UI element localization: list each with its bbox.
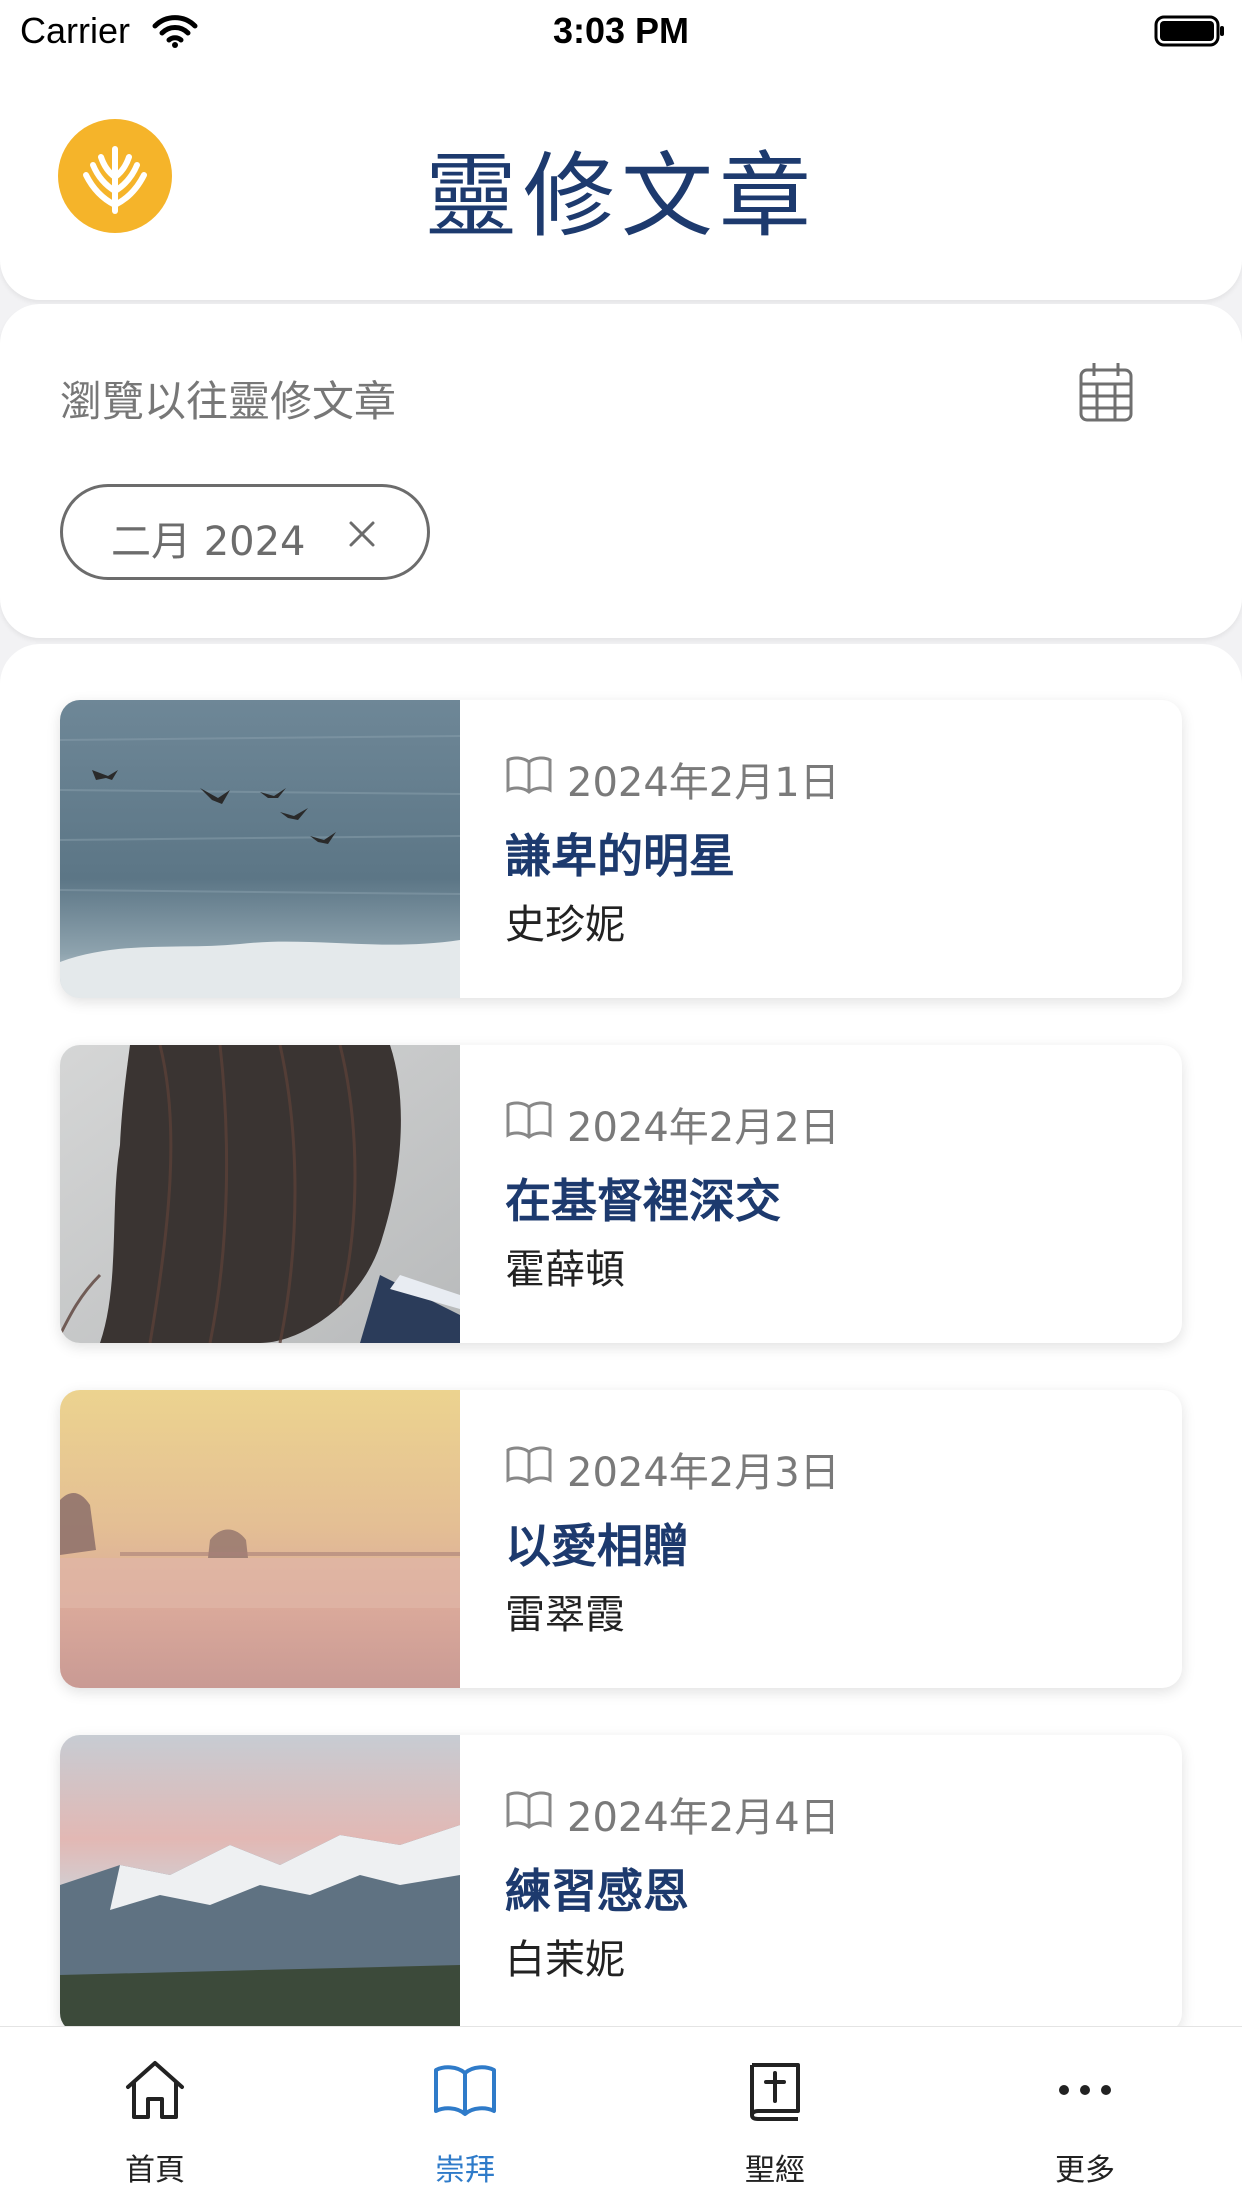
- article-card[interactable]: 2024年2月4日 練習感恩 白茉妮: [60, 1735, 1182, 2033]
- status-time: 3:03 PM: [552, 10, 690, 51]
- month-filter-label: 二月 2024: [111, 519, 306, 565]
- article-card[interactable]: 2024年2月2日 在基督裡深交 霍薛頓: [60, 1045, 1182, 1343]
- home-icon: [122, 2057, 188, 2123]
- tab-more[interactable]: 更多: [930, 2027, 1240, 2208]
- filter-card: 瀏覽以往靈修文章 二月 2024: [0, 304, 1242, 638]
- article-title: 以愛相贈: [505, 1519, 689, 1573]
- misty-field-image: [60, 1390, 460, 1688]
- tab-home-label: 首頁: [125, 2153, 185, 2188]
- article-card[interactable]: 2024年2月1日 謙卑的明星 史珍妮: [60, 700, 1182, 998]
- article-author: 史珍妮: [505, 902, 625, 948]
- article-card[interactable]: 2024年2月3日 以愛相贈 雷翠霞: [60, 1390, 1182, 1688]
- status-bar: Carrier 3:03 PM: [0, 0, 1242, 62]
- open-book-icon: [505, 1444, 553, 1484]
- article-author: 霍薛頓: [505, 1247, 625, 1293]
- open-book-icon: [505, 754, 553, 794]
- article-list: 2024年2月1日 謙卑的明星 史珍妮 2024年2月2日 在基督裡深交 霍薛頓…: [0, 644, 1242, 2208]
- article-title: 在基督裡深交: [505, 1174, 781, 1228]
- tab-bible[interactable]: 聖經: [620, 2027, 930, 2208]
- tab-home[interactable]: 首頁: [0, 2027, 310, 2208]
- article-author: 白茉妮: [505, 1937, 625, 1983]
- open-book-icon: [505, 1099, 553, 1139]
- article-date: 2024年2月3日: [567, 1450, 840, 1496]
- close-icon[interactable]: [347, 519, 377, 549]
- tab-worship-label: 崇拜: [435, 2153, 495, 2188]
- bible-icon: [742, 2057, 808, 2123]
- page-title: 靈修文章: [424, 143, 817, 250]
- snowy-mountains-image: [60, 1735, 460, 2033]
- ocean-birds-image: [60, 700, 460, 998]
- article-title: 練習感恩: [505, 1864, 689, 1918]
- tab-bar: 首頁 崇拜 聖經 更多: [0, 2026, 1242, 2208]
- article-date: 2024年2月2日: [567, 1105, 840, 1151]
- hair-back-of-head-image: [60, 1045, 460, 1343]
- battery-icon: [1154, 14, 1226, 48]
- month-filter-chip[interactable]: 二月 2024: [60, 484, 430, 580]
- article-title: 謙卑的明星: [505, 829, 735, 883]
- tab-worship[interactable]: 崇拜: [310, 2027, 620, 2208]
- open-book-icon: [505, 1789, 553, 1829]
- open-book-icon: [432, 2057, 498, 2123]
- article-author: 雷翠霞: [505, 1592, 625, 1638]
- calendar-icon[interactable]: [1078, 360, 1134, 424]
- article-date: 2024年2月1日: [567, 760, 840, 806]
- more-icon: [1052, 2057, 1118, 2123]
- tab-bible-label: 聖經: [745, 2153, 805, 2188]
- article-date: 2024年2月4日: [567, 1795, 840, 1841]
- browse-archive-label: 瀏覽以往靈修文章: [60, 377, 397, 426]
- tab-more-label: 更多: [1055, 2153, 1115, 2188]
